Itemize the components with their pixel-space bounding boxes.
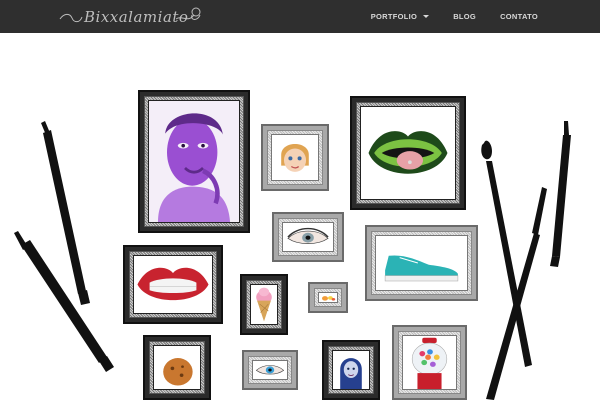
artwork-fruits xyxy=(318,292,338,303)
artwork-blue-portrait xyxy=(332,350,370,390)
chevron-down-icon xyxy=(423,15,430,18)
gallery-frame[interactable] xyxy=(138,90,250,233)
portrait-illustration-icon xyxy=(149,101,239,222)
nav-item-blog[interactable]: BLOG xyxy=(453,12,476,21)
artwork-sneaker xyxy=(375,235,468,291)
ice-cream-icon xyxy=(251,285,277,324)
eye-icon xyxy=(283,223,333,251)
right-tools-decor xyxy=(481,121,571,400)
cartoon-face-icon xyxy=(272,135,318,180)
gallery-frame[interactable] xyxy=(240,274,288,335)
nav-item-label: CONTATO xyxy=(500,12,538,21)
red-lips-icon xyxy=(134,256,212,313)
gallery-frame[interactable] xyxy=(350,96,466,210)
gumball-machine-icon xyxy=(403,336,456,389)
artwork-green-lips xyxy=(360,106,456,200)
gallery-frame[interactable] xyxy=(123,245,223,324)
logo-text: Bixxalamiato xyxy=(84,8,189,26)
gallery-frame[interactable] xyxy=(365,225,478,301)
lips-tongue-icon xyxy=(361,107,455,199)
nav-item-contato[interactable]: CONTATO xyxy=(500,12,538,21)
gallery-frame[interactable] xyxy=(392,325,467,400)
marker-pen-icon xyxy=(14,231,114,372)
artwork-red-lips xyxy=(133,255,213,314)
artwork-ice-cream xyxy=(250,284,278,325)
sneaker-icon xyxy=(376,236,467,290)
artwork-purple-portrait xyxy=(148,100,240,223)
gallery-frame[interactable] xyxy=(261,124,329,191)
site-logo[interactable]: Bixxalamiato xyxy=(58,3,208,30)
artwork-blue-eye xyxy=(252,360,288,380)
artwork-eye xyxy=(282,222,334,252)
gallery-frame[interactable] xyxy=(308,282,348,313)
nav-item-label: PORTFOLIO xyxy=(370,12,418,21)
fruits-icon xyxy=(319,293,337,302)
gallery-frame[interactable] xyxy=(242,350,298,390)
artwork-cookie xyxy=(153,345,201,390)
portrait-illustration-icon xyxy=(333,351,369,389)
top-navigation-bar: Bixxalamiato PORTFOLIO BLOG CONTATO xyxy=(0,0,600,33)
left-markers-decor xyxy=(14,121,114,372)
nav-item-portfolio[interactable]: PORTFOLIO xyxy=(370,12,430,21)
artwork-cartoon-face xyxy=(271,134,319,181)
gallery-frame[interactable] xyxy=(322,340,380,400)
main-nav: PORTFOLIO BLOG CONTATO xyxy=(371,0,538,33)
nav-item-label: BLOG xyxy=(453,12,477,21)
artwork-gumball xyxy=(402,335,457,390)
blue-eye-icon xyxy=(253,361,287,379)
gallery-frame[interactable] xyxy=(272,212,344,262)
marker-pen-icon xyxy=(550,121,571,267)
cookie-icon xyxy=(154,346,200,389)
gallery-frame[interactable] xyxy=(143,335,211,400)
